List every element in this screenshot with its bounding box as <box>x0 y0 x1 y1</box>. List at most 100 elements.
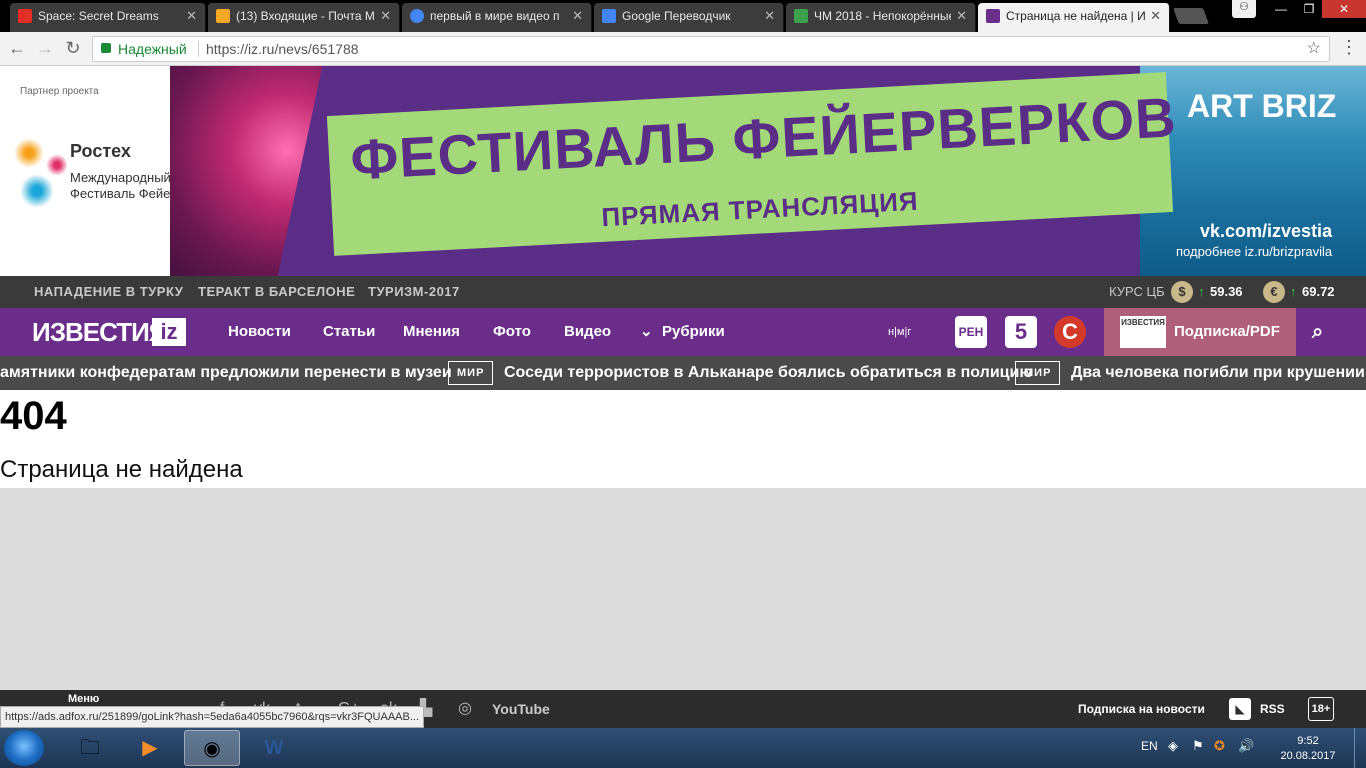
flag-icon[interactable]: ⚑ <box>1192 738 1204 754</box>
eur-rate: 69.72 <box>1302 284 1335 299</box>
youtube-favicon-icon <box>18 9 32 23</box>
ren-tv-icon[interactable]: РЕН <box>955 316 987 348</box>
error-message: Страница не найдена <box>0 456 243 483</box>
nav-opinions[interactable]: Мнения <box>403 308 460 356</box>
status-bubble-url: https://ads.adfox.ru/251899/goLink?hash=… <box>0 706 425 728</box>
windows-taskbar: 🗀 ▶ ◉ W EN ◈ ⚑ ✪ 🔊 9:52 20.08.2017 <box>0 728 1366 768</box>
profile-icon[interactable]: ⚇ <box>1232 0 1256 18</box>
mail-favicon-icon <box>216 9 230 23</box>
file-explorer-icon[interactable]: 🗀 <box>62 730 118 766</box>
trending-bar: НАПАДЕНИЕ В ТУРКУ ТЕРАКТ В БАРСЕЛОНЕ ТУР… <box>0 276 1366 308</box>
window-close-icon[interactable]: ✕ <box>1322 0 1366 18</box>
tab-google-search[interactable]: первый в мире видео п ✕ <box>402 3 592 32</box>
address-bar[interactable]: Надежный https://iz.ru/nevs/651788 ☆ <box>92 36 1330 62</box>
avast-icon[interactable]: ✪ <box>1214 738 1225 754</box>
tab-title: первый в мире видео п <box>430 9 560 23</box>
usd-rate: 59.36 <box>1210 284 1243 299</box>
firework-pink-icon <box>46 154 68 176</box>
newspaper-icon: ИЗВЕСТИЯ <box>1120 316 1166 348</box>
chrome-icon[interactable]: ◉ <box>184 730 240 766</box>
ticker-item[interactable]: амятники конфедератам предложили перенес… <box>0 356 452 390</box>
media-player-icon[interactable]: ▶ <box>122 730 178 766</box>
tab-youtube[interactable]: Space: Secret Dreams ✕ <box>10 3 206 32</box>
translate-favicon-icon <box>602 9 616 23</box>
vk-link[interactable]: vk.com/izvestia <box>1200 221 1332 242</box>
back-icon[interactable]: ← <box>6 38 28 59</box>
trending-link[interactable]: НАПАДЕНИЕ В ТУРКУ <box>34 276 183 308</box>
ticker-item[interactable]: Соседи террористов в Альканаре боялись о… <box>504 356 1033 390</box>
chevron-down-icon[interactable]: ⌄ <box>640 308 653 356</box>
nav-photo[interactable]: Фото <box>493 308 531 356</box>
nav-articles[interactable]: Статьи <box>323 308 375 356</box>
ticker-tag: МИР <box>1015 361 1061 385</box>
channel-5-icon[interactable]: 5 <box>1005 316 1037 348</box>
menu-icon[interactable]: ⋮ <box>1340 37 1358 58</box>
volume-icon[interactable]: 🔊 <box>1238 738 1254 754</box>
euro-icon: € <box>1263 281 1285 303</box>
more-link[interactable]: подробнее iz.ru/brizpravila <box>1176 244 1332 259</box>
secure-label: Надежный <box>118 41 187 57</box>
close-icon[interactable]: ✕ <box>186 3 197 29</box>
tab-title: Space: Secret Dreams <box>38 9 159 23</box>
clock[interactable]: 9:52 20.08.2017 <box>1278 734 1338 764</box>
tab-title: Страница не найдена | Известия <box>1006 9 1145 23</box>
close-icon[interactable]: ✕ <box>1150 3 1161 29</box>
channel-c-icon[interactable]: С <box>1054 316 1086 348</box>
forward-icon[interactable]: → <box>34 38 56 59</box>
tab-google-translate[interactable]: Google Переводчик ✕ <box>594 3 784 32</box>
network-icon[interactable]: ◈ <box>1168 738 1178 754</box>
clock-date: 20.08.2017 <box>1280 750 1336 762</box>
age-rating-badge: 18+ <box>1308 697 1334 721</box>
show-desktop-button[interactable] <box>1354 728 1366 768</box>
nav-news[interactable]: Новости <box>228 308 291 356</box>
youtube-link[interactable]: YouTube <box>492 690 550 728</box>
close-icon[interactable]: ✕ <box>380 3 391 29</box>
partner-name: Ростех <box>70 141 131 161</box>
start-button[interactable] <box>4 730 44 766</box>
close-icon[interactable]: ✕ <box>956 3 967 29</box>
dollar-icon: $ <box>1171 281 1193 303</box>
rss-link[interactable]: RSS <box>1260 690 1285 728</box>
instagram-icon[interactable]: ◎ <box>458 690 472 728</box>
rss-icon[interactable]: ◣ <box>1229 698 1251 720</box>
ticker-tag: МИР <box>448 361 494 385</box>
new-tab-button[interactable] <box>1173 8 1209 24</box>
nmg-logo[interactable]: н|м|г <box>888 308 911 356</box>
firework-blue-icon <box>20 174 54 208</box>
subscribe-pdf-button[interactable]: ИЗВЕСТИЯ Подписка/PDF <box>1104 308 1296 356</box>
site-logo-iz[interactable]: iz <box>152 318 186 346</box>
browser-toolbar: ← → ↻ Надежный https://iz.ru/nevs/651788… <box>0 32 1366 66</box>
lock-icon <box>101 43 111 53</box>
tab-world-cup[interactable]: ЧМ 2018 - Непокорённые ✕ <box>786 3 976 32</box>
ticker-item[interactable]: Два человека погибли при крушении с <box>1071 356 1366 390</box>
sheet-favicon-icon <box>794 9 808 23</box>
browser-tab-strip: Space: Secret Dreams ✕ (13) Входящие - П… <box>0 0 1366 32</box>
bookmark-star-icon[interactable]: ☆ <box>1307 37 1321 61</box>
site-logo[interactable]: ИЗВЕСТИЯ <box>32 308 167 356</box>
url-text[interactable]: https://iz.ru/nevs/651788 <box>206 37 359 61</box>
language-indicator[interactable]: EN <box>1141 728 1158 764</box>
clock-time: 9:52 <box>1297 735 1319 747</box>
main-nav: ИЗВЕСТИЯ iz Новости Статьи Мнения Фото В… <box>0 308 1366 356</box>
ad-banner[interactable]: Партнер проекта Ростех Международный Фес… <box>0 66 1366 276</box>
izvestia-favicon-icon <box>986 9 1000 23</box>
brand-logo: ART BRIZ <box>1187 88 1337 124</box>
firework-orange-icon <box>14 138 44 168</box>
close-icon[interactable]: ✕ <box>764 3 775 29</box>
tab-izvestia[interactable]: Страница не найдена | Известия ✕ <box>978 3 1170 32</box>
maximize-icon[interactable]: ❐ <box>1296 0 1322 18</box>
word-icon[interactable]: W <box>246 730 302 766</box>
tab-mail[interactable]: (13) Входящие - Почта Mail.Ru ✕ <box>208 3 400 32</box>
tab-title: Google Переводчик <box>622 9 731 23</box>
trending-link[interactable]: ТУРИЗМ-2017 <box>368 276 460 308</box>
close-icon[interactable]: ✕ <box>572 3 583 29</box>
nav-rubrics[interactable]: Рубрики <box>662 308 725 356</box>
trending-link[interactable]: ТЕРАКТ В БАРСЕЛОНЕ <box>198 276 355 308</box>
reload-icon[interactable]: ↻ <box>62 38 84 59</box>
google-favicon-icon <box>410 9 424 23</box>
nav-video[interactable]: Видео <box>564 308 611 356</box>
tab-title: ЧМ 2018 - Непокорённые <box>814 9 951 23</box>
search-icon[interactable]: ⌕ <box>1312 308 1323 356</box>
minimize-icon[interactable]: — <box>1266 0 1296 18</box>
subscribe-news-link[interactable]: Подписка на новости <box>1078 690 1205 728</box>
